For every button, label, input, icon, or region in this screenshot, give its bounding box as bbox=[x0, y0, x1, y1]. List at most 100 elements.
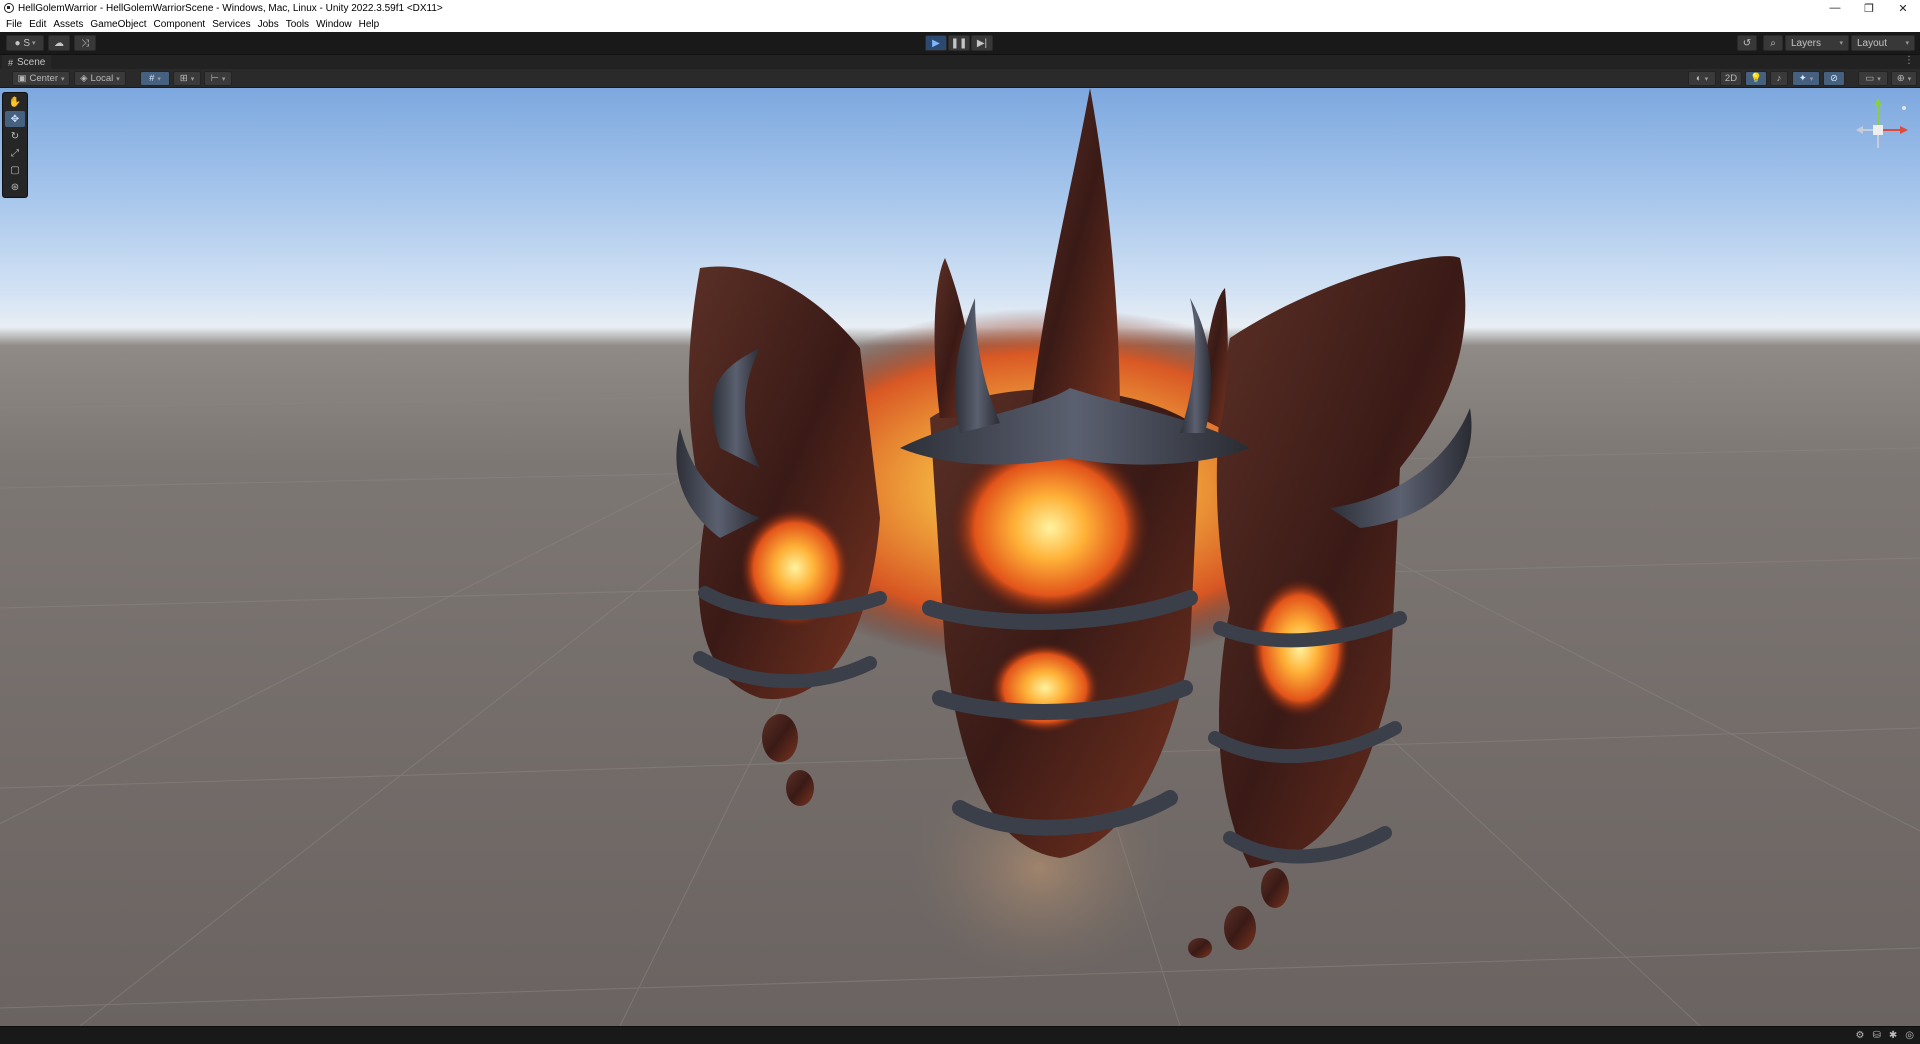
gizmos-dropdown[interactable]: ⊕ ▾ bbox=[1891, 71, 1917, 86]
audio-toggle[interactable]: ♪ bbox=[1770, 71, 1788, 86]
close-button[interactable]: ✕ bbox=[1886, 0, 1920, 16]
menu-window[interactable]: Window bbox=[314, 19, 357, 30]
tab-scene-label: Scene bbox=[17, 57, 46, 68]
orientation-gizmo[interactable] bbox=[1846, 96, 1912, 168]
status-icons: ⚙ ⛁ ✱ ◎ bbox=[1856, 1030, 1914, 1041]
gizmo-center-cube[interactable] bbox=[1873, 125, 1883, 135]
hell-golem-model bbox=[676, 88, 1472, 958]
grid-snapping-dropdown[interactable]: ⊞ ▾ bbox=[173, 71, 201, 86]
menu-file[interactable]: File bbox=[4, 19, 27, 30]
window-title-bar: HellGolemWarrior - HellGolemWarriorScene… bbox=[0, 0, 1920, 16]
layout-dropdown[interactable]: Layout ▾ bbox=[1851, 35, 1915, 51]
step-button[interactable]: ▶| bbox=[971, 35, 993, 51]
minimize-button[interactable]: — bbox=[1818, 0, 1852, 16]
chevron-down-icon: ▾ bbox=[157, 75, 161, 83]
tab-scene[interactable]: # Scene bbox=[2, 55, 52, 70]
window-title: HellGolemWarrior - HellGolemWarriorScene… bbox=[18, 2, 443, 14]
menu-tools[interactable]: Tools bbox=[284, 19, 314, 30]
chevron-down-icon: ▾ bbox=[221, 75, 226, 83]
cloud-icon: ☁ bbox=[54, 37, 64, 49]
audio-icon: ♪ bbox=[1776, 73, 1782, 84]
effects-dropdown[interactable]: ✦ ▾ bbox=[1792, 71, 1820, 86]
history-icon: ↺ bbox=[1742, 37, 1752, 49]
layers-dropdown[interactable]: Layers ▾ bbox=[1785, 35, 1849, 51]
camera-settings-dropdown[interactable]: ▭ ▾ bbox=[1858, 71, 1888, 86]
menu-jobs[interactable]: Jobs bbox=[256, 19, 284, 30]
chevron-down-icon: ▾ bbox=[116, 75, 120, 83]
pivot-mode-dropdown[interactable]: ▣ Center ▾ bbox=[12, 71, 70, 86]
lightbulb-icon: 💡 bbox=[1750, 73, 1762, 84]
shading-mode-icon: ◐ bbox=[1695, 73, 1702, 84]
unity-logo-icon bbox=[4, 3, 14, 13]
play-button[interactable]: ▶ bbox=[925, 35, 947, 51]
debug-mode-icon[interactable]: ✱ bbox=[1889, 1030, 1897, 1041]
gizmo-icon: ⊕ bbox=[1896, 73, 1905, 84]
branch-icon: ⤨ bbox=[81, 37, 89, 49]
grid-visibility-dropdown[interactable]: # ▾ bbox=[140, 71, 170, 86]
hand-icon: ✋ bbox=[8, 96, 22, 108]
snap-increment-icon: ⊢ bbox=[210, 73, 219, 84]
gizmo-neg-x-cone[interactable] bbox=[1856, 126, 1863, 134]
transform-icon: ⊛ bbox=[10, 181, 20, 193]
more-options-icon[interactable]: ⋮ bbox=[1904, 55, 1914, 66]
move-tool-button[interactable]: ✥ bbox=[5, 111, 25, 127]
account-dropdown[interactable]: ● S ▾ bbox=[6, 35, 44, 51]
toggle-2d-button[interactable]: 2D bbox=[1720, 71, 1742, 86]
menu-assets[interactable]: Assets bbox=[51, 19, 88, 30]
local-icon: ◈ bbox=[80, 73, 88, 84]
chevron-down-icon: ▾ bbox=[60, 75, 65, 83]
effects-icon: ✦ bbox=[1798, 73, 1807, 84]
transform-tool-button[interactable]: ⊛ bbox=[5, 179, 25, 195]
cache-server-icon[interactable]: ⛁ bbox=[1872, 1030, 1880, 1041]
pause-button[interactable]: ❚❚ bbox=[948, 35, 970, 51]
pivot-rotation-dropdown[interactable]: ◈ Local ▾ bbox=[74, 71, 126, 86]
maximize-button[interactable]: ❐ bbox=[1852, 0, 1886, 16]
chevron-down-icon: ▾ bbox=[1877, 75, 1881, 83]
menu-gameobject[interactable]: GameObject bbox=[88, 19, 151, 30]
menu-help[interactable]: Help bbox=[357, 19, 385, 30]
step-icon: ▶| bbox=[976, 37, 988, 49]
chevron-down-icon: ▾ bbox=[30, 40, 36, 47]
increment-snap-dropdown[interactable]: ⊢ ▾ bbox=[204, 71, 232, 86]
scene-render bbox=[0, 88, 1920, 1026]
gizmo-x-cone[interactable] bbox=[1900, 126, 1908, 134]
rotate-tool-button[interactable]: ↻ bbox=[5, 128, 25, 144]
menu-bar: File Edit Assets GameObject Component Se… bbox=[0, 16, 1920, 32]
pivot-label: Center bbox=[29, 73, 58, 84]
hidden-objects-toggle[interactable]: ⊘ bbox=[1823, 71, 1845, 86]
undo-history-button[interactable]: ↺ bbox=[1737, 35, 1757, 51]
search-icon: ⌕ bbox=[1770, 37, 1776, 49]
chevron-down-icon: ▾ bbox=[1704, 75, 1709, 83]
play-controls: ▶ ❚❚ ▶| bbox=[925, 35, 993, 51]
tools-overlay: ✋ ✥ ↻ ⤢ ▢ ⊛ bbox=[2, 92, 28, 198]
window-controls: — ❐ ✕ bbox=[1818, 0, 1920, 16]
scene-view-toolbar: ▣ Center ▾ ◈ Local ▾ # ▾ ⊞ ▾ ⊢ ▾ ◐ ▾ 2D 💡 ♪ … bbox=[0, 69, 1920, 88]
space-label: Local bbox=[90, 73, 114, 84]
grid-icon: # bbox=[149, 73, 155, 84]
menu-edit[interactable]: Edit bbox=[27, 19, 51, 30]
mode-2d-label: 2D bbox=[1724, 73, 1738, 84]
rotate-icon: ↻ bbox=[10, 130, 20, 142]
gizmo-lock-dot[interactable] bbox=[1902, 106, 1906, 110]
search-button[interactable]: ⌕ bbox=[1763, 35, 1783, 51]
gizmo-y-cone[interactable] bbox=[1874, 98, 1882, 106]
rect-icon: ▢ bbox=[10, 164, 20, 176]
pause-icon: ❚❚ bbox=[950, 37, 968, 49]
dock-tab-bar: # Scene ⋮ bbox=[0, 54, 1920, 70]
menu-services[interactable]: Services bbox=[210, 19, 255, 30]
cloud-button[interactable]: ☁ bbox=[48, 35, 70, 51]
chevron-down-icon: ▾ bbox=[1907, 75, 1912, 83]
scene-tab-icon: # bbox=[8, 57, 14, 68]
network-icon[interactable]: ◎ bbox=[1905, 1030, 1914, 1041]
rect-tool-button[interactable]: ▢ bbox=[5, 162, 25, 178]
scale-tool-button[interactable]: ⤢ bbox=[5, 145, 25, 161]
main-toolbar: ● S ▾ ☁ ⤨ ▶ ❚❚ ▶| ↺ ⌕ Layers ▾ Layout ▾ bbox=[0, 32, 1920, 54]
auto-generate-lighting-icon[interactable]: ⚙ bbox=[1856, 1030, 1865, 1041]
account-icon: ● bbox=[14, 37, 24, 49]
scene-lighting-toggle[interactable]: 💡 bbox=[1745, 71, 1767, 86]
scene-viewport[interactable] bbox=[0, 88, 1920, 1026]
draw-mode-dropdown[interactable]: ◐ ▾ bbox=[1688, 71, 1716, 86]
version-control-button[interactable]: ⤨ bbox=[74, 35, 96, 51]
view-tool-button[interactable]: ✋ bbox=[5, 94, 25, 110]
menu-component[interactable]: Component bbox=[152, 19, 211, 30]
